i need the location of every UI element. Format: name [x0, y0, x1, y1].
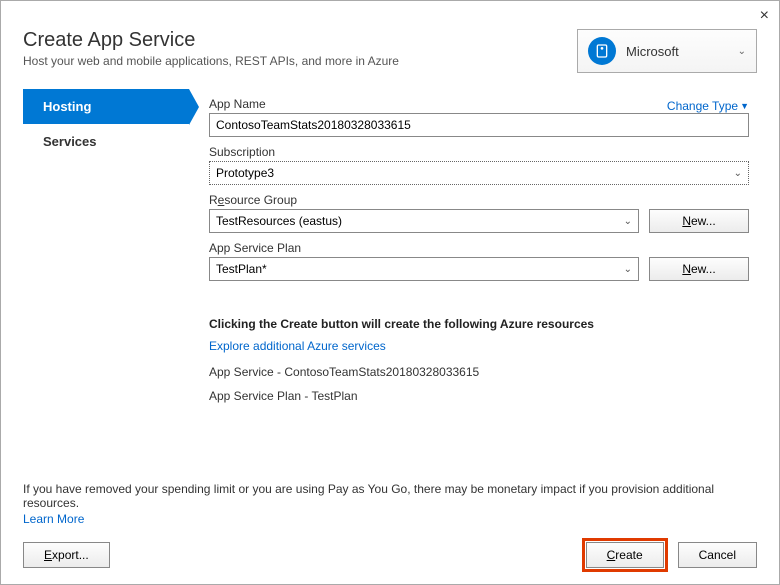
cancel-button[interactable]: Cancel [678, 542, 757, 568]
caret-down-icon: ▼ [740, 101, 749, 111]
new-resource-group-button[interactable]: New... [649, 209, 749, 233]
resource-group-select[interactable]: TestResources (eastus) ⌄ [209, 209, 639, 233]
chevron-down-icon: ⌄ [734, 168, 742, 179]
export-button[interactable]: Export... [23, 542, 110, 568]
page-subtitle: Host your web and mobile applications, R… [23, 54, 577, 68]
app-name-input[interactable] [209, 113, 749, 137]
subscription-value: Prototype3 [216, 166, 274, 180]
app-service-plan-label: App Service Plan [209, 241, 749, 255]
app-service-plan-value: TestPlan* [216, 262, 267, 276]
chevron-down-icon: ⌄ [624, 216, 632, 227]
create-button[interactable]: Create [586, 542, 664, 568]
account-dropdown[interactable]: Microsoft ⌄ [577, 29, 757, 73]
subscription-select[interactable]: Prototype3 ⌄ [209, 161, 749, 185]
account-badge-icon [588, 37, 616, 65]
page-title: Create App Service [23, 29, 577, 52]
learn-more-link[interactable]: Learn More [23, 512, 84, 526]
resource-item-app-service: App Service - ContosoTeamStats2018032803… [209, 365, 749, 379]
tab-hosting[interactable]: Hosting [23, 89, 189, 124]
close-icon[interactable]: × [760, 7, 769, 25]
explore-services-link[interactable]: Explore additional Azure services [209, 339, 386, 353]
app-service-plan-select[interactable]: TestPlan* ⌄ [209, 257, 639, 281]
tab-services[interactable]: Services [23, 124, 189, 159]
resource-item-plan: App Service Plan - TestPlan [209, 389, 749, 403]
app-name-label: App Name [209, 97, 266, 111]
change-type-link[interactable]: Change Type ▼ [667, 99, 749, 113]
change-type-text: Change Type [667, 99, 738, 113]
chevron-down-icon: ⌄ [624, 264, 632, 275]
notice-title: Clicking the Create button will create t… [209, 317, 749, 331]
footer-note: If you have removed your spending limit … [23, 482, 757, 510]
new-plan-button[interactable]: New... [649, 257, 749, 281]
chevron-down-icon: ⌄ [738, 46, 746, 57]
subscription-label: Subscription [209, 145, 749, 159]
resource-group-value: TestResources (eastus) [216, 214, 342, 228]
sidebar: Hosting Services [23, 89, 189, 403]
account-name: Microsoft [626, 44, 679, 59]
resource-group-label: Resource Group [209, 193, 749, 207]
